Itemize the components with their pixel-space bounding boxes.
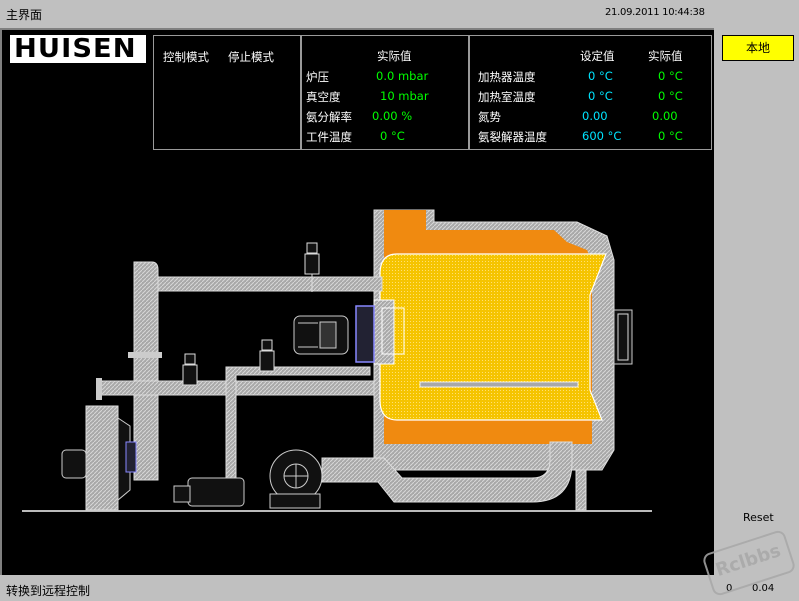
furnace-diagram — [22, 209, 652, 512]
version-number: 0.04 — [752, 583, 775, 594]
upper-gas-pipe — [151, 276, 383, 292]
status-bar: 转换到远程控制 0 0.04 — [0, 575, 799, 601]
ammonia-pump — [187, 477, 245, 507]
heating-chamber — [379, 253, 607, 421]
main-panel: HUISEN 控制模式 停止模式 实际值 炉压 0.0 mbar 真空度 10 … — [0, 28, 714, 575]
valve-2 — [259, 339, 275, 372]
reset-button[interactable]: Reset — [743, 511, 774, 524]
datetime: 21.09.2011 10:44:38 — [605, 7, 705, 18]
valve-3 — [182, 353, 198, 386]
window-title: 主界面 — [6, 8, 43, 22]
title-bar: 主界面 21.09.2011 10:44:38 — [0, 0, 799, 28]
remote-control-link[interactable]: 转换到远程控制 — [6, 582, 90, 599]
local-mode-button[interactable]: 本地 — [722, 35, 794, 61]
right-sidebar — [714, 28, 799, 575]
